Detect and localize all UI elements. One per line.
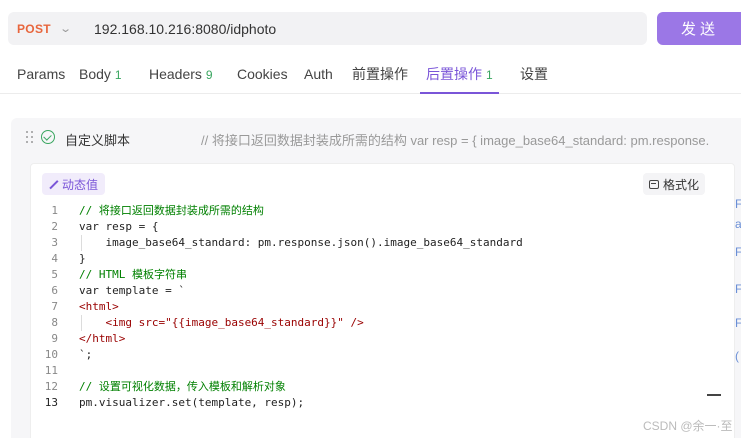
magic-wand-icon <box>49 179 59 189</box>
script-name: 自定义脚本 <box>65 133 131 148</box>
code-line: 11 <box>44 364 58 377</box>
tab-params[interactable]: Params <box>17 62 65 92</box>
code-line: 4} <box>51 252 86 265</box>
tab-post-response[interactable]: 后置操作 1 <box>420 62 499 94</box>
tab-count-badge: 1 <box>114 68 122 82</box>
code-editor[interactable]: 动态值 格式化 1// 将接口返回数据封装成所需的结构 2 var resp = … <box>30 163 735 438</box>
tab-label: Auth <box>304 66 333 82</box>
tab-headers[interactable]: Headers 9 <box>149 62 213 92</box>
side-snippet-strip: F a F F F ( <box>735 197 741 363</box>
tab-settings[interactable]: 设置 <box>520 62 548 92</box>
script-header[interactable]: 自定义脚本 // 将接口返回数据封装成所需的结构 var resp = { im… <box>11 118 741 156</box>
tab-label: Params <box>17 66 66 82</box>
code-text: // 设置可视化数据，传入模板和解析对象 <box>79 380 286 393</box>
code-line: 7 <html> <box>51 300 119 313</box>
tab-body[interactable]: Body 1 <box>79 62 122 92</box>
tab-auth[interactable]: Auth <box>304 62 333 92</box>
code-text: pm.visualizer.set(template, resp); <box>79 396 305 409</box>
code-text: <html> <box>79 300 119 313</box>
code-text: image_base64_standard: pm.response.json(… <box>79 236 523 249</box>
code-text: var resp = { <box>79 220 159 233</box>
post-script-panel: 自定义脚本 // 将接口返回数据封装成所需的结构 var resp = { im… <box>11 118 741 438</box>
request-tabs: Params Body 1 Headers 9 Cookies Auth 前置操作 … <box>0 62 741 94</box>
format-icon <box>649 179 659 189</box>
code-line: 9 </html> <box>51 332 126 345</box>
enabled-check-icon[interactable] <box>41 130 55 144</box>
code-line: 2 var resp = { <box>51 220 159 233</box>
code-text: </html> <box>79 332 126 345</box>
current-line-number: 13 <box>44 396 58 409</box>
method-label: POST <box>17 21 51 36</box>
code-text: } <box>79 252 86 265</box>
format-label: 格式化 <box>663 177 700 192</box>
dynamic-value-label: 动态值 <box>62 177 99 192</box>
send-button[interactable]: 发送 <box>657 12 741 45</box>
code-line: 13 pm.visualizer.set(template, resp); <box>31 395 734 411</box>
code-text: var template = ` <box>79 284 185 297</box>
code-text: <img src="{{image_base64_standard}}" /> <box>79 316 364 329</box>
tab-label: Headers <box>149 66 202 82</box>
tab-count-badge: 9 <box>205 68 213 82</box>
method-select[interactable]: POST ⌄ <box>8 12 84 45</box>
code-lines: 1// 将接口返回数据封装成所需的结构 2 var resp = { 3 imag… <box>31 203 734 411</box>
tab-cookies[interactable]: Cookies <box>237 62 288 92</box>
url-bar: POST ⌄ 192.168.10.216:8080/idphoto <box>8 12 647 45</box>
code-line: 3 image_base64_standard: pm.response.jso… <box>51 235 523 251</box>
code-line: 12// 设置可视化数据，传入模板和解析对象 <box>44 380 286 393</box>
tab-label: Cookies <box>237 66 288 82</box>
code-line: 10 `; <box>44 348 93 361</box>
tab-label: 设置 <box>520 66 548 82</box>
code-line: 6 var template = ` <box>51 284 185 297</box>
drag-handle-icon[interactable] <box>26 131 36 144</box>
code-line: 1// 将接口返回数据封装成所需的结构 <box>51 204 264 217</box>
script-summary: // 将接口返回数据封装成所需的结构 var resp = { image_ba… <box>201 133 710 148</box>
dynamic-value-button[interactable]: 动态值 <box>42 173 106 195</box>
tab-count-badge: 1 <box>486 68 493 82</box>
tab-pre-request[interactable]: 前置操作 <box>352 62 408 92</box>
code-text: // 将接口返回数据封装成所需的结构 <box>79 204 264 217</box>
format-button[interactable]: 格式化 <box>643 173 706 195</box>
code-text: // HTML 模板字符串 <box>79 268 187 281</box>
tab-label: Body <box>79 66 111 82</box>
code-line: 5// HTML 模板字符串 <box>51 268 187 281</box>
url-input[interactable]: 192.168.10.216:8080/idphoto <box>84 21 276 37</box>
chevron-down-icon: ⌄ <box>59 23 72 35</box>
code-text: `; <box>79 348 93 361</box>
tab-label: 后置操作 <box>426 66 482 82</box>
tab-label: 前置操作 <box>352 66 408 82</box>
scrollbar-thumb[interactable] <box>707 394 721 396</box>
watermark: CSDN @余一·至 <box>643 419 733 433</box>
code-line: 8 <img src="{{image_base64_standard}}" /… <box>51 315 364 331</box>
